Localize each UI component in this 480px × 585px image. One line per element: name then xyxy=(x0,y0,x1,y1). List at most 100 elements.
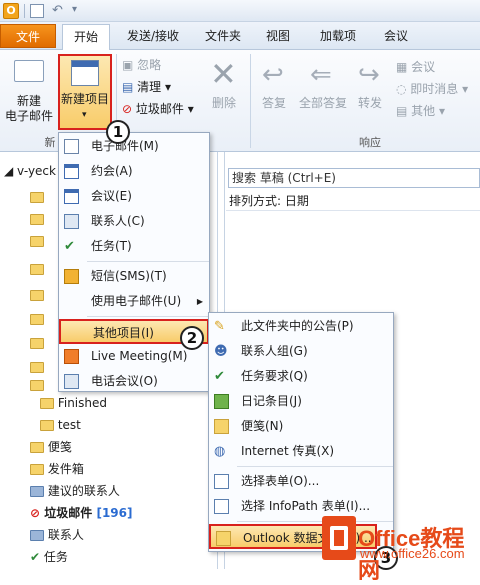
reply-all-icon: ⇐ xyxy=(310,60,332,90)
im-button[interactable]: ◌ 即时消息 ▾ xyxy=(396,80,468,98)
nav-folder-finished[interactable]: Finished xyxy=(40,392,107,414)
submenu-item-journal-entry[interactable]: 日记条目(J) xyxy=(209,389,393,414)
email-icon xyxy=(64,139,79,154)
nav-account[interactable]: ◢ v-yeck xyxy=(4,160,56,182)
nav-folder-test[interactable]: test xyxy=(40,414,81,436)
appointment-icon xyxy=(64,164,79,179)
reply-all-label: 全部答复 xyxy=(298,96,347,110)
menu-separator xyxy=(87,261,209,262)
sms-icon xyxy=(64,269,79,284)
nav-folder-junk[interactable]: ⊘ 垃圾邮件 [196] xyxy=(30,502,132,524)
menu-item-use-email[interactable]: 使用电子邮件(U) ▶ xyxy=(59,289,209,314)
tab-addins[interactable]: 加载项 xyxy=(312,24,364,48)
more-icon: ▤ xyxy=(396,104,412,118)
delete-label: 删除 xyxy=(211,96,236,110)
menu-item-contact[interactable]: 联系人(C) xyxy=(59,209,209,234)
clean-button[interactable]: ▤ 清理 ▾ xyxy=(122,78,171,96)
tab-file[interactable]: 文件 xyxy=(0,24,56,48)
menu-item-sms[interactable]: 短信(SMS)(T) xyxy=(59,264,209,289)
nav-folder-tasks[interactable]: ✔ 任务 xyxy=(30,546,68,568)
globe-icon: ◍ xyxy=(214,444,226,459)
outlook-logo-icon: O xyxy=(3,3,19,19)
conference-call-icon xyxy=(64,374,79,389)
tab-view[interactable]: 视图 xyxy=(258,24,298,48)
clean-icon: ▤ xyxy=(122,80,138,94)
data-file-icon xyxy=(216,531,231,546)
folder-icon xyxy=(40,420,54,431)
menu-item-email[interactable]: 电子邮件(M) xyxy=(59,134,209,159)
tab-folder[interactable]: 文件夹 xyxy=(198,24,248,48)
junk-button[interactable]: ⊘ 垃圾邮件 ▾ xyxy=(122,100,194,118)
forward-label: 转发 xyxy=(357,96,382,110)
collapse-arrow-icon: ◢ xyxy=(4,164,18,178)
group-separator xyxy=(250,54,251,148)
submenu-item-contact-group[interactable]: ☻ 联系人组(G) xyxy=(209,339,393,364)
folder-icon xyxy=(30,380,44,391)
folder-icon xyxy=(30,362,44,373)
callout-step-1: 1 xyxy=(106,120,130,144)
more-button[interactable]: ▤ 其他 ▾ xyxy=(396,102,445,120)
junk-icon: ⊘ xyxy=(122,102,136,116)
junk-icon: ⊘ xyxy=(30,506,41,520)
folder-icon xyxy=(30,192,44,203)
menu-item-conference-call[interactable]: 电话会议(O) xyxy=(59,369,209,394)
tab-meeting[interactable]: 会议 xyxy=(376,24,416,48)
search-input[interactable]: 搜索 草稿 (Ctrl+E) xyxy=(228,168,480,188)
menu-separator xyxy=(237,466,393,467)
submenu-item-note[interactable]: 便笺(N) xyxy=(209,414,393,439)
calendar-icon xyxy=(71,60,99,86)
reply-all-button[interactable]: ⇐ 全部答复 xyxy=(296,58,350,124)
nav-folder-outbox[interactable]: 发件箱 xyxy=(30,458,84,480)
new-email-button[interactable]: 新建 电子邮件 xyxy=(4,56,54,134)
new-items-button[interactable]: 新建项目 ▾ xyxy=(58,54,112,130)
meeting-icon: ▦ xyxy=(396,60,412,74)
forward-button[interactable]: ↪ 转发 xyxy=(352,58,388,124)
folder-icon xyxy=(30,214,44,225)
meeting-button[interactable]: ▦ 会议 xyxy=(396,58,435,76)
reply-icon: ↩ xyxy=(262,60,284,90)
contacts-icon xyxy=(30,530,44,541)
new-email-label: 新建 电子邮件 xyxy=(4,94,53,123)
form-icon xyxy=(214,474,229,489)
submenu-arrow-icon: ▶ xyxy=(196,297,203,306)
undo-icon[interactable]: ↶ xyxy=(52,3,63,18)
tab-send-receive[interactable]: 发送/接收 xyxy=(118,24,188,48)
reply-label: 答复 xyxy=(261,96,286,110)
send-receive-icon[interactable] xyxy=(30,4,44,18)
folder-icon xyxy=(30,264,44,275)
delete-x-icon: ✕ xyxy=(210,55,237,93)
menu-item-meeting[interactable]: 会议(E) xyxy=(59,184,209,209)
customize-qat-icon[interactable]: ▾ xyxy=(72,4,77,15)
sort-bar[interactable]: 排列方式: 日期 xyxy=(226,191,480,211)
contact-card-icon xyxy=(64,214,79,229)
folder-icon xyxy=(30,236,44,247)
nav-folder-suggested-contacts[interactable]: 建议的联系人 xyxy=(30,480,120,502)
unread-count: [196] xyxy=(96,506,133,520)
outbox-icon xyxy=(30,464,44,475)
submenu-item-task-request[interactable]: ✔ 任务要求(Q) xyxy=(209,364,393,389)
folder-icon xyxy=(30,338,44,349)
nav-folder-contacts[interactable]: 联系人 xyxy=(30,524,84,546)
new-items-label: 新建项目 xyxy=(60,92,109,106)
reply-button[interactable]: ↩ 答复 xyxy=(256,58,292,124)
watermark-url: www.office26.com xyxy=(360,546,465,561)
infopath-icon xyxy=(214,499,229,514)
submenu-item-announcement[interactable]: ✎ 此文件夹中的公告(P) xyxy=(209,314,393,339)
submenu-item-choose-infopath[interactable]: 选择 InfoPath 表单(I)... xyxy=(209,494,393,519)
delete-button[interactable]: ✕ 删除 xyxy=(206,58,242,124)
tab-home[interactable]: 开始 xyxy=(62,24,110,50)
announcement-icon: ✎ xyxy=(214,319,225,334)
submenu-item-choose-form[interactable]: 选择表单(O)... xyxy=(209,469,393,494)
menu-separator xyxy=(87,316,209,317)
submenu-item-internet-fax[interactable]: ◍ Internet 传真(X) xyxy=(209,439,393,464)
folder-icon xyxy=(30,290,44,301)
other-items-submenu-list: ✎ 此文件夹中的公告(P) ☻ 联系人组(G) ✔ 任务要求(Q) 日记条目(J) 便… xyxy=(209,314,393,549)
envelope-icon xyxy=(14,60,44,82)
journal-icon xyxy=(214,394,229,409)
nav-folder-notes[interactable]: 便笺 xyxy=(30,436,72,458)
menu-item-appointment[interactable]: 约会(A) xyxy=(59,159,209,184)
ignore-button[interactable]: ▣ 忽略 xyxy=(122,56,161,74)
folder-icon xyxy=(40,398,54,409)
menu-item-task[interactable]: ✔ 任务(T) xyxy=(59,234,209,259)
meeting-icon xyxy=(64,189,79,204)
